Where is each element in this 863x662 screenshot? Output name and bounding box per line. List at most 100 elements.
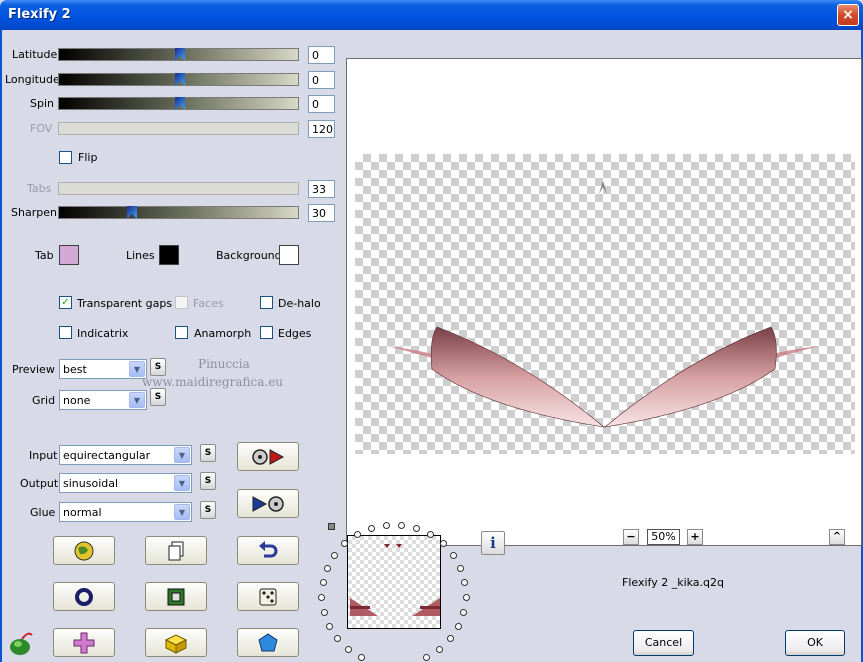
flip-label: Flip: [78, 151, 98, 164]
edges-checkbox[interactable]: [260, 326, 273, 339]
navigator-handle[interactable]: [328, 523, 335, 530]
dial-dot[interactable]: [461, 579, 469, 587]
preview-select-value: best: [63, 363, 87, 376]
main-preview[interactable]: [346, 58, 862, 546]
dice-button[interactable]: [237, 582, 299, 611]
zoom-out-button[interactable]: −: [623, 529, 639, 545]
sharpen-slider[interactable]: [58, 206, 299, 219]
preview-shape: [387, 181, 819, 428]
glue-s-button[interactable]: S: [200, 501, 216, 519]
flip-checkbox[interactable]: [59, 151, 72, 164]
dial-dot[interactable]: [435, 645, 443, 653]
output-s-button[interactable]: S: [200, 472, 216, 490]
zoom-in-button[interactable]: +: [687, 529, 703, 545]
dial-dot[interactable]: [439, 540, 447, 548]
anamorph-label: Anamorph: [194, 327, 252, 340]
dial-dot[interactable]: [319, 579, 327, 587]
dice-icon: [259, 588, 277, 605]
background-color-label: Background: [216, 249, 282, 262]
longitude-slider[interactable]: [58, 73, 299, 86]
dial-dot[interactable]: [358, 654, 366, 662]
latitude-label: Latitude: [12, 48, 58, 61]
fov-slider: [58, 122, 299, 135]
output-select[interactable]: sinusoidal ▼: [59, 473, 192, 493]
fov-field[interactable]: 120: [308, 120, 335, 138]
grid-s-button[interactable]: S: [150, 388, 166, 406]
dial-dot[interactable]: [334, 635, 342, 643]
cube-button[interactable]: [145, 628, 207, 657]
chevron-down-icon[interactable]: ▼: [174, 504, 190, 520]
cancel-button[interactable]: Cancel: [633, 630, 694, 656]
polyhedron-button[interactable]: [237, 628, 299, 657]
dial-dot[interactable]: [449, 551, 457, 559]
tabs-label: Tabs: [27, 182, 52, 195]
chevron-down-icon[interactable]: ▼: [129, 392, 145, 408]
longitude-thumb[interactable]: [175, 73, 185, 86]
spin-slider[interactable]: [58, 97, 299, 110]
copy-icon: [168, 541, 184, 560]
undo-button[interactable]: [237, 536, 299, 565]
transparent-gaps-label: Transparent gaps: [77, 297, 173, 310]
anamorph-checkbox[interactable]: [175, 326, 188, 339]
chevron-down-icon[interactable]: ▼: [174, 447, 190, 463]
dial-dot[interactable]: [457, 564, 465, 572]
spin-field[interactable]: 0: [308, 95, 335, 113]
tab-color-swatch[interactable]: [59, 245, 79, 265]
sharpen-field[interactable]: 30: [308, 204, 335, 222]
navigator-thumbnail[interactable]: [347, 535, 441, 629]
dial-dot[interactable]: [367, 525, 375, 533]
dial-dot[interactable]: [323, 564, 331, 572]
scroll-up-button[interactable]: ^: [829, 529, 845, 545]
transparent-gaps-checkbox[interactable]: ✓: [59, 296, 72, 309]
preview-s-button[interactable]: S: [150, 358, 166, 376]
tabs-field[interactable]: 33: [308, 180, 335, 198]
play-to-disk-button[interactable]: [237, 489, 299, 518]
glue-select-value: normal: [63, 506, 102, 519]
ring-button[interactable]: [53, 582, 115, 611]
longitude-field[interactable]: 0: [308, 71, 335, 89]
spin-thumb[interactable]: [175, 97, 185, 110]
dial-dot[interactable]: [422, 654, 430, 662]
ring-icon: [75, 587, 93, 606]
sharpen-thumb[interactable]: [127, 206, 137, 219]
ok-button[interactable]: OK: [785, 630, 845, 656]
preview-select[interactable]: best ▼: [59, 359, 147, 379]
play-from-disk-button[interactable]: [237, 442, 299, 471]
randomize-button[interactable]: [53, 536, 115, 565]
latitude-slider[interactable]: [58, 48, 299, 61]
dial-dot[interactable]: [325, 622, 333, 630]
de-halo-label: De-halo: [278, 297, 321, 310]
cross-button[interactable]: [53, 628, 115, 657]
latitude-field[interactable]: 0: [308, 46, 335, 64]
background-color-swatch[interactable]: [279, 245, 299, 265]
dial-dot[interactable]: [353, 531, 361, 539]
latitude-thumb[interactable]: [175, 48, 185, 61]
chevron-down-icon[interactable]: ▼: [174, 475, 190, 491]
grid-select[interactable]: none ▼: [59, 390, 147, 410]
dial-dot[interactable]: [446, 635, 454, 643]
frame-button[interactable]: [145, 582, 207, 611]
dial-dot[interactable]: [320, 608, 328, 616]
info-button[interactable]: i: [481, 531, 505, 555]
indicatrix-checkbox[interactable]: [59, 326, 72, 339]
dial-dot[interactable]: [331, 551, 339, 559]
de-halo-checkbox[interactable]: [260, 296, 273, 309]
title-bar: Flexify 2 ×: [0, 0, 863, 30]
copy-button[interactable]: [145, 536, 207, 565]
dial-dot[interactable]: [462, 593, 470, 601]
input-s-button[interactable]: S: [200, 444, 216, 462]
faces-label: Faces: [193, 297, 224, 310]
dial-dot[interactable]: [382, 521, 390, 529]
dial-dot[interactable]: [345, 645, 353, 653]
glue-select[interactable]: normal ▼: [59, 502, 192, 522]
dial-dot[interactable]: [455, 622, 462, 630]
close-button[interactable]: ×: [837, 4, 859, 26]
lines-color-swatch[interactable]: [159, 245, 179, 265]
grid-label: Grid: [32, 394, 56, 407]
dial-dot[interactable]: [318, 593, 326, 601]
dial-dot[interactable]: [460, 608, 468, 616]
apple-icon: [8, 631, 34, 660]
input-select[interactable]: equirectangular ▼: [59, 445, 192, 465]
grid-select-value: none: [63, 394, 91, 407]
zoom-value[interactable]: 50%: [647, 529, 680, 545]
